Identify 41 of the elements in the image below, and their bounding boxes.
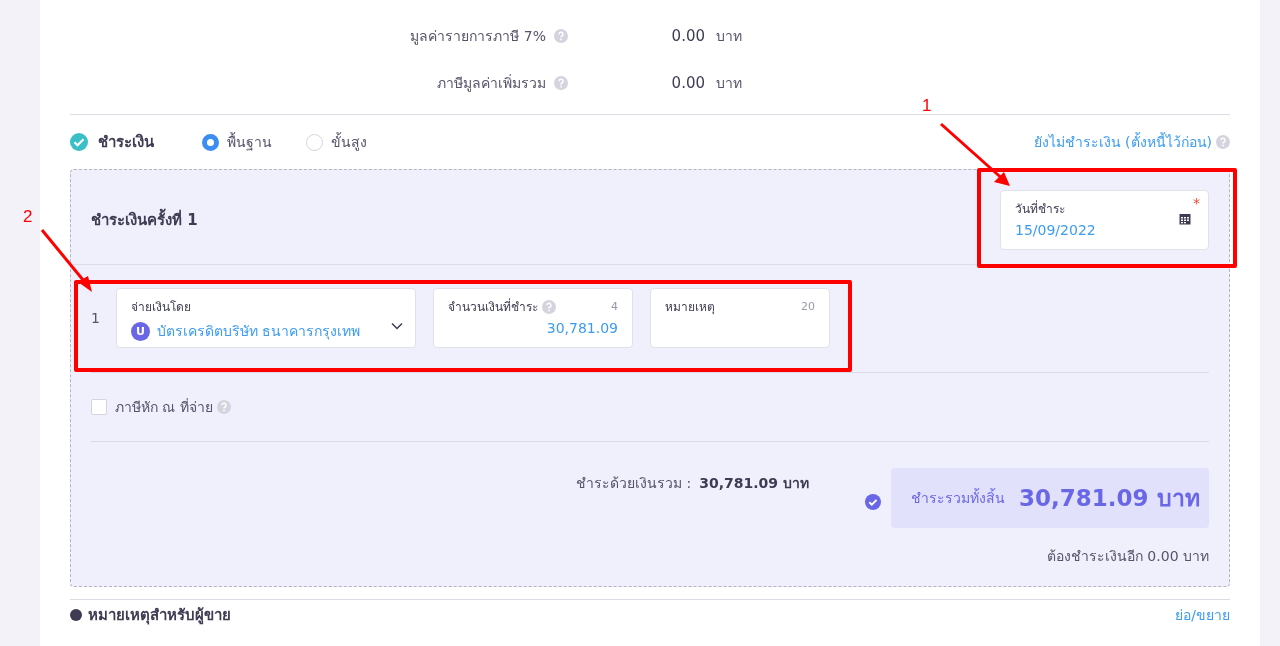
required-mark: * (1193, 195, 1200, 211)
radio-label[interactable]: พื้นฐาน (227, 131, 272, 153)
installment-title: ชำระเงินครั้งที่ 1 (91, 208, 198, 232)
grand-total-label: ชำระรวมทั้งสิ้น (911, 487, 1005, 508)
help-icon[interactable] (542, 299, 556, 314)
currency-unit: บาท (716, 73, 742, 93)
payment-method-select[interactable]: จ่ายเงินโดย U บัตรเครดิตบริษัท ธนาคารกรุงเทพ (116, 288, 416, 348)
radio-button[interactable] (202, 133, 219, 151)
checkbox-label[interactable]: ภาษีหัก ณ ที่จ่าย (115, 396, 213, 418)
checkbox[interactable] (91, 399, 107, 415)
bullet-icon (70, 609, 82, 621)
paid-total-value: 30,781.09 บาท (699, 474, 809, 493)
grand-total-value: 30,781.09 บาท (1019, 484, 1200, 513)
help-icon[interactable] (1216, 135, 1230, 149)
chevron-down-icon[interactable] (391, 322, 403, 330)
help-icon[interactable] (216, 400, 231, 414)
note-field[interactable]: หมายเหตุ 20 (650, 288, 830, 348)
calendar-icon[interactable] (1179, 213, 1191, 225)
paid-total-label: ชำระด้วยเงินรวม : (576, 474, 692, 493)
currency-unit: บาท (716, 26, 742, 46)
payment-checkbox[interactable] (70, 133, 88, 151)
annotation-number: 1 (922, 96, 932, 116)
annotation-arrow (940, 122, 1010, 186)
char-counter: 20 (801, 300, 815, 313)
line-number: 1 (91, 310, 99, 326)
help-icon[interactable] (554, 75, 568, 90)
tax-label: ภาษีมูลค่าเพิ่มรวม (437, 73, 546, 94)
annotation-number: 2 (23, 207, 33, 227)
section-title: หมายเหตุสำหรับผู้ขาย (88, 606, 231, 624)
section-title: ชำระเงิน (98, 132, 154, 153)
avatar: U (131, 321, 150, 341)
radio-label[interactable]: ขั้นสูง (331, 131, 367, 153)
tax-value: 0.00 (670, 26, 705, 45)
annotation-arrow (40, 229, 92, 292)
tax-value: 0.00 (670, 73, 705, 92)
remaining-amount: ต้องชำระเงินอีก 0.00 บาท (1045, 547, 1210, 566)
amount-field[interactable]: จำนวนเงินที่ชำระ 4 30,781.09 (433, 288, 633, 348)
help-icon[interactable] (554, 28, 568, 43)
date-field[interactable]: วันที่ชำระ * 15/09/2022 (1000, 190, 1209, 250)
char-counter: 4 (611, 300, 618, 313)
tax-label: มูลค่ารายการภาษี 7% (410, 26, 546, 47)
